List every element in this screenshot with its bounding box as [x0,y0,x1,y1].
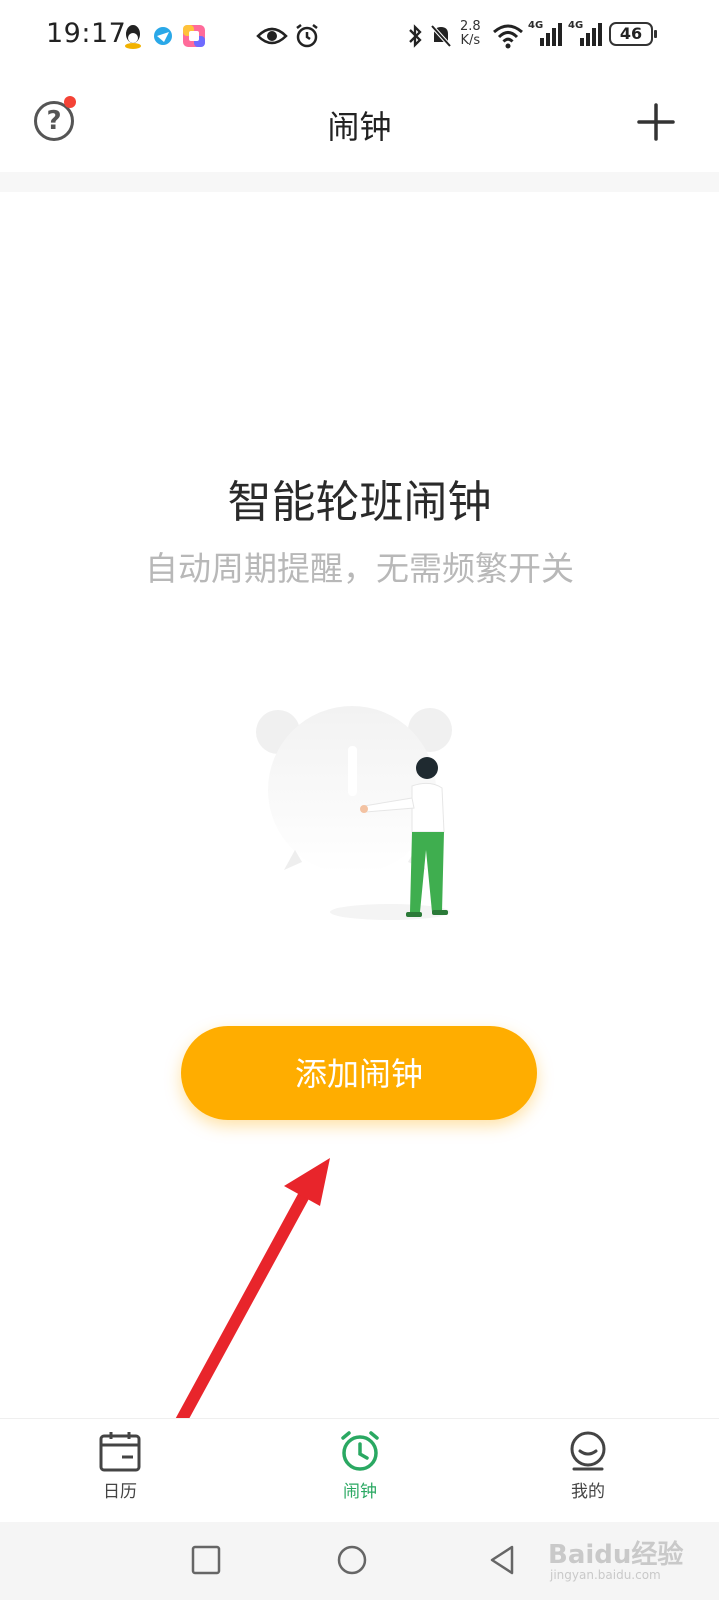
add-alarm-button[interactable]: 添加闹钟 [181,1026,537,1120]
empty-state-title: 智能轮班闹钟 [227,477,492,528]
status-bar: 19:17 2.8 K/s 4G 4G 46 [0,0,719,72]
alarm-status-icon [296,24,318,48]
battery-icon: 46 [609,22,657,46]
eye-icon [256,27,288,45]
bottom-nav: 日历 闹钟 我的 [0,1418,719,1523]
nav-item-calendar[interactable]: 日历 [50,1429,190,1517]
nav-label: 日历 [103,1482,137,1502]
browser-icon [154,27,172,45]
header-divider [0,172,719,192]
mute-bell-icon [430,24,452,48]
wifi-icon [493,24,523,49]
signal-bars-icon [580,23,602,46]
add-icon[interactable] [636,102,676,142]
alarm-clock-illustration [256,706,452,920]
profile-icon [570,1431,606,1471]
status-time: 19:17 [46,18,127,49]
nav-item-profile[interactable]: 我的 [518,1429,658,1517]
signal-2: 4G [568,20,604,50]
page-title: 闹钟 [327,108,392,146]
app-icon [183,25,205,47]
calendar-icon [99,1432,141,1472]
qq-icon [125,25,141,49]
watermark-url: jingyan.baidu.com [550,1568,661,1582]
bluetooth-icon [409,24,422,48]
net-speed-value: 2.8 [460,19,481,34]
home-icon[interactable] [332,1540,372,1580]
back-icon[interactable] [482,1540,522,1580]
recent-apps-icon[interactable] [186,1540,226,1580]
net-speed: 2.8 K/s [460,20,481,48]
signal-1: 4G [528,20,564,50]
battery-level: 46 [619,24,643,43]
net-speed-unit: K/s [460,33,481,48]
nav-label: 闹钟 [343,1482,377,1502]
empty-state-subtitle: 自动周期提醒，无需频繁开关 [145,549,574,588]
watermark-brand: Baidu经验 [548,1540,684,1570]
nav-label: 我的 [571,1482,605,1502]
alarm-clock-icon [341,1431,379,1471]
app-header: ? 闹钟 [0,72,719,172]
nav-item-alarm[interactable]: 闹钟 [290,1429,430,1517]
signal-bars-icon [540,23,562,46]
